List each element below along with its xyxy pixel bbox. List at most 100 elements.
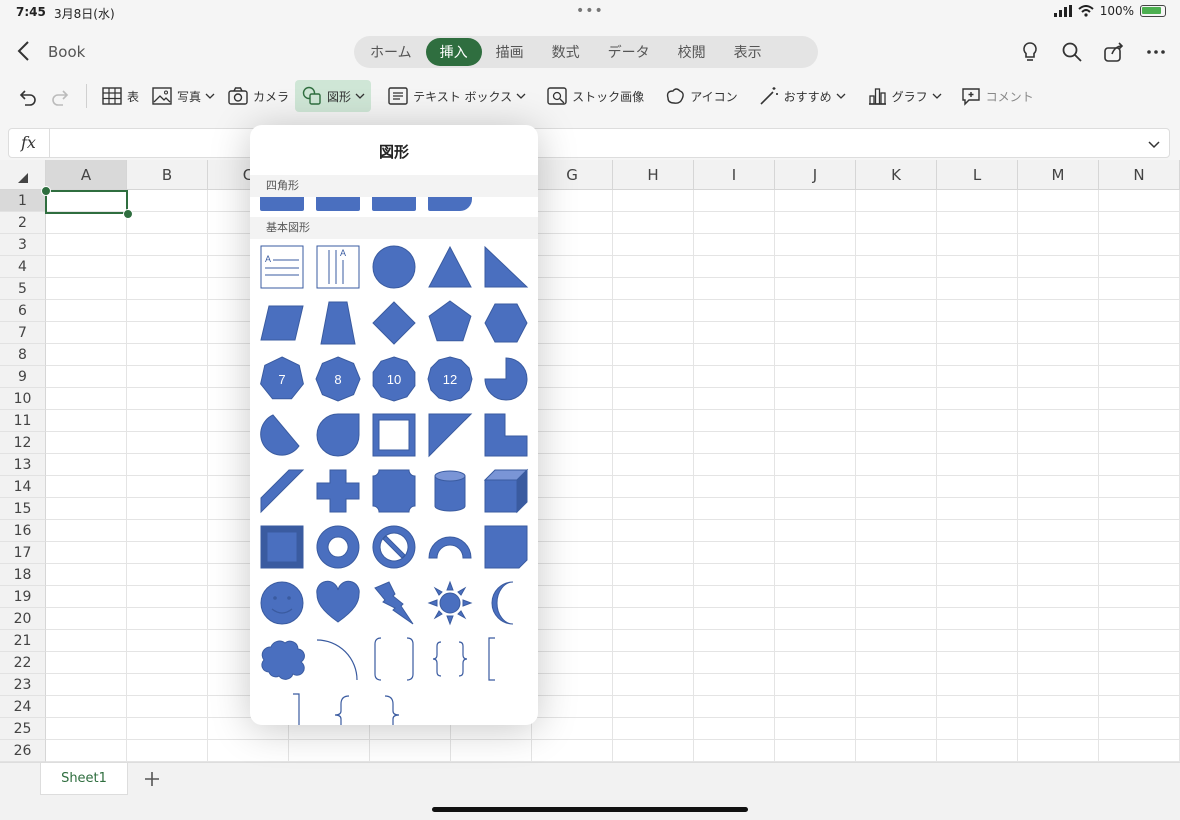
table-button[interactable]: 表 bbox=[95, 80, 145, 112]
more-icon[interactable] bbox=[1144, 40, 1168, 64]
tab-view[interactable]: 表示 bbox=[720, 38, 776, 66]
shape-sun[interactable] bbox=[427, 580, 473, 626]
shape-no-symbol[interactable] bbox=[371, 524, 417, 570]
shape-plaque[interactable] bbox=[371, 468, 417, 514]
shape-left-bracket[interactable] bbox=[483, 636, 529, 682]
shape-folded-corner[interactable] bbox=[483, 524, 529, 570]
multitask-dots-icon[interactable]: ••• bbox=[576, 3, 604, 19]
camera-button[interactable]: カメラ bbox=[221, 80, 295, 112]
row-header-12[interactable]: 12 bbox=[0, 432, 46, 454]
sheet-tab-sheet1[interactable]: Sheet1 bbox=[40, 763, 128, 795]
photo-button[interactable]: 写真 bbox=[145, 80, 221, 112]
shape-right-triangle[interactable] bbox=[483, 244, 529, 290]
row-header-16[interactable]: 16 bbox=[0, 520, 46, 542]
row-header-23[interactable]: 23 bbox=[0, 674, 46, 696]
tab-insert[interactable]: 挿入 bbox=[425, 38, 482, 66]
tab-formulas[interactable]: 数式 bbox=[538, 38, 594, 66]
column-header-m[interactable]: M bbox=[1018, 160, 1099, 190]
comment-button[interactable]: コメント bbox=[954, 80, 1040, 112]
shape-heptagon[interactable]: 7 bbox=[259, 356, 305, 402]
shape-parallelogram[interactable] bbox=[259, 300, 305, 346]
shape-donut[interactable] bbox=[315, 524, 361, 570]
row-header-14[interactable]: 14 bbox=[0, 476, 46, 498]
shape-vertical-text-box[interactable]: A bbox=[315, 244, 361, 290]
shape-double-brace[interactable] bbox=[427, 636, 473, 682]
column-header-l[interactable]: L bbox=[937, 160, 1018, 190]
shape-double-bracket[interactable] bbox=[371, 636, 417, 682]
shape-half-frame[interactable] bbox=[427, 412, 473, 458]
shape-heart[interactable] bbox=[315, 580, 361, 626]
row-header-5[interactable]: 5 bbox=[0, 278, 46, 300]
selection-handle-bottom-right[interactable] bbox=[123, 209, 133, 219]
row-header-2[interactable]: 2 bbox=[0, 212, 46, 234]
shape-snip-rectangle[interactable] bbox=[372, 197, 416, 211]
add-sheet-icon[interactable] bbox=[140, 767, 164, 791]
row-header-7[interactable]: 7 bbox=[0, 322, 46, 344]
row-header-17[interactable]: 17 bbox=[0, 542, 46, 564]
tab-review[interactable]: 校閲 bbox=[664, 38, 720, 66]
row-header-3[interactable]: 3 bbox=[0, 234, 46, 256]
shape-diamond[interactable] bbox=[371, 300, 417, 346]
back-chevron-icon[interactable] bbox=[14, 40, 36, 62]
chart-button[interactable]: グラフ bbox=[860, 80, 948, 112]
undo-button[interactable] bbox=[10, 80, 44, 112]
row-header-22[interactable]: 22 bbox=[0, 652, 46, 674]
shape-rounded-rectangle[interactable] bbox=[316, 197, 360, 211]
row-header-4[interactable]: 4 bbox=[0, 256, 46, 278]
shape-moon[interactable] bbox=[483, 580, 529, 626]
row-header-21[interactable]: 21 bbox=[0, 630, 46, 652]
row-header-11[interactable]: 11 bbox=[0, 410, 46, 432]
shape-l-shape[interactable] bbox=[483, 412, 529, 458]
column-header-n[interactable]: N bbox=[1099, 160, 1180, 190]
row-header-13[interactable]: 13 bbox=[0, 454, 46, 476]
row-header-24[interactable]: 24 bbox=[0, 696, 46, 718]
shape-plus[interactable] bbox=[315, 468, 361, 514]
column-header-b[interactable]: B bbox=[127, 160, 208, 190]
row-header-9[interactable]: 9 bbox=[0, 366, 46, 388]
shape-cloud[interactable] bbox=[259, 636, 305, 682]
chevron-down-icon[interactable] bbox=[1147, 137, 1161, 151]
shape-frame[interactable] bbox=[371, 412, 417, 458]
search-icon[interactable] bbox=[1060, 40, 1084, 64]
tab-data[interactable]: データ bbox=[594, 38, 664, 66]
shape-right-bracket[interactable] bbox=[259, 692, 305, 725]
selected-cell-a1[interactable] bbox=[45, 190, 128, 214]
shape-pentagon[interactable] bbox=[427, 300, 473, 346]
shape-trapezoid[interactable] bbox=[315, 300, 361, 346]
shape-triangle[interactable] bbox=[427, 244, 473, 290]
row-header-26[interactable]: 26 bbox=[0, 740, 46, 762]
formula-bar[interactable]: fx bbox=[8, 128, 1170, 158]
shape-decagon[interactable]: 10 bbox=[371, 356, 417, 402]
icons-button[interactable]: アイコン bbox=[658, 80, 743, 112]
stock-images-button[interactable]: ストック画像 bbox=[540, 80, 650, 112]
shape-chord[interactable] bbox=[259, 412, 305, 458]
row-header-20[interactable]: 20 bbox=[0, 608, 46, 630]
shape-smiley-face[interactable] bbox=[259, 580, 305, 626]
shape-diagonal-stripe[interactable] bbox=[259, 468, 305, 514]
redo-button[interactable] bbox=[44, 80, 78, 112]
shape-arc[interactable] bbox=[315, 636, 361, 682]
row-header-1[interactable]: 1 bbox=[0, 190, 46, 212]
column-header-h[interactable]: H bbox=[613, 160, 694, 190]
shapes-button[interactable]: 図形 bbox=[295, 80, 372, 112]
shape-left-brace[interactable] bbox=[315, 692, 361, 725]
shape-text-box[interactable]: A bbox=[259, 244, 305, 290]
share-icon[interactable] bbox=[1102, 40, 1126, 64]
shape-bevel[interactable] bbox=[259, 524, 305, 570]
shape-right-brace[interactable] bbox=[371, 692, 417, 725]
shape-round-corner-rectangle[interactable] bbox=[428, 197, 472, 211]
shape-can[interactable] bbox=[427, 468, 473, 514]
shape-lightning-bolt[interactable] bbox=[371, 580, 417, 626]
shape-oval[interactable] bbox=[371, 244, 417, 290]
row-header-25[interactable]: 25 bbox=[0, 718, 46, 740]
shape-hexagon[interactable] bbox=[483, 300, 529, 346]
recommended-button[interactable]: おすすめ bbox=[752, 80, 852, 112]
shape-cube[interactable] bbox=[483, 468, 529, 514]
row-header-18[interactable]: 18 bbox=[0, 564, 46, 586]
column-header-k[interactable]: K bbox=[856, 160, 937, 190]
column-header-i[interactable]: I bbox=[694, 160, 775, 190]
lightbulb-icon[interactable] bbox=[1018, 40, 1042, 64]
shape-block-arc[interactable] bbox=[427, 524, 473, 570]
row-header-6[interactable]: 6 bbox=[0, 300, 46, 322]
select-all-corner[interactable] bbox=[0, 160, 46, 190]
